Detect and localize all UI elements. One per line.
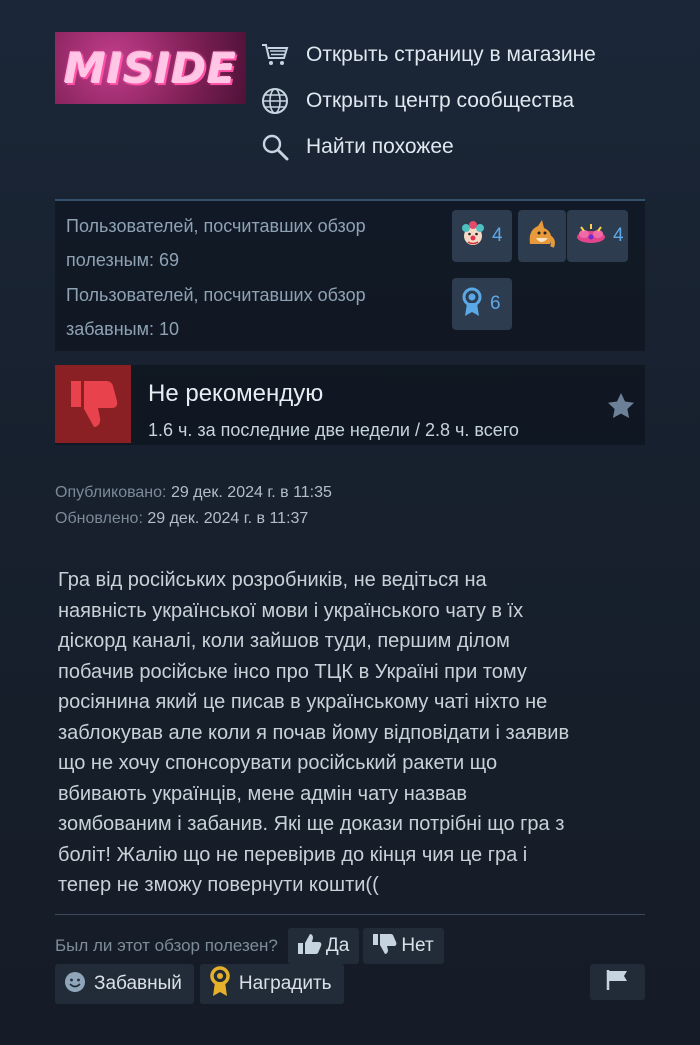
thumbs-down-badge bbox=[55, 365, 131, 443]
playtime-text: 1.6 ч. за последние две недели / 2.8 ч. … bbox=[148, 420, 519, 440]
clown-award-icon bbox=[458, 219, 488, 254]
review-header: Не рекомендую 1.6 ч. за последние две не… bbox=[55, 365, 645, 445]
game-logo-text: MISIDE bbox=[64, 43, 237, 93]
review-body: Гра від російських розробників, не ведіт… bbox=[58, 565, 648, 901]
quick-links: Открыть страницу в магазине Открыть цент… bbox=[260, 32, 596, 170]
review-actions-row: Забавный Наградить bbox=[55, 964, 350, 1004]
funny-label: Забавный bbox=[94, 973, 182, 994]
funny-count-text: Пользователей, посчитавших обзор забавны… bbox=[66, 285, 366, 339]
open-community-hub-label: Открыть центр сообщества bbox=[306, 89, 575, 112]
flag-icon bbox=[605, 969, 631, 996]
vote-no-label: Нет bbox=[401, 935, 434, 956]
review-dates: Опубликовано: 29 дек. 2024 г. в 11:35 Об… bbox=[55, 480, 332, 532]
fox-award-icon bbox=[524, 218, 558, 255]
thumbs-down-small-icon bbox=[371, 932, 397, 961]
published-label: Опубликовано: bbox=[55, 484, 167, 501]
search-icon bbox=[260, 132, 290, 162]
funny-button[interactable]: Забавный bbox=[55, 964, 194, 1004]
review-line: побачив російське інсо про ТЦК в Україні… bbox=[58, 660, 527, 683]
award-ribbon-icon bbox=[208, 965, 232, 1003]
find-similar-label: Найти похожее bbox=[306, 135, 454, 158]
published-date-row: Опубликовано: 29 дек. 2024 г. в 11:35 bbox=[55, 480, 332, 506]
globe-icon bbox=[260, 86, 290, 116]
review-line: Гра від російських розробників, не ведіт… bbox=[58, 569, 487, 591]
award-ribbon-count: 6 bbox=[490, 293, 501, 314]
award-label: Наградить bbox=[238, 973, 332, 994]
cart-icon bbox=[260, 40, 290, 70]
review-stats-panel: Пользователей, посчитавших обзор полезны… bbox=[55, 199, 645, 351]
helpful-vote-row: Был ли этот обзор полезен? Да Нет bbox=[55, 928, 444, 964]
find-similar-link[interactable]: Найти похожее bbox=[260, 124, 596, 170]
vote-yes-button[interactable]: Да bbox=[287, 928, 360, 964]
helpful-question: Был ли этот обзор полезен? bbox=[55, 936, 278, 955]
thumbs-up-icon bbox=[296, 932, 322, 961]
smiley-icon bbox=[63, 970, 87, 999]
recommendation-verdict: Не рекомендую bbox=[148, 380, 324, 407]
published-date: 29 дек. 2024 г. в 11:35 bbox=[170, 484, 332, 501]
open-store-page-label: Открыть страницу в магазине bbox=[306, 43, 596, 66]
updated-date-row: Обновлено: 29 дек. 2024 г. в 11:37 bbox=[55, 506, 332, 532]
review-line: росіянина який це писав в українському ч… bbox=[58, 691, 548, 713]
review-line: боліт! Жалію що не перевірив до кінця чи… bbox=[58, 843, 528, 866]
award-party-count: 4 bbox=[613, 225, 624, 246]
award-ribbon[interactable]: 6 bbox=[452, 278, 512, 330]
award-clown-count: 4 bbox=[492, 225, 503, 246]
updated-date: 29 дек. 2024 г. в 11:37 bbox=[147, 510, 309, 527]
thumbs-down-icon bbox=[65, 375, 121, 434]
review-line: що не хочу спонсорувати російський ракет… bbox=[58, 752, 498, 774]
vote-yes-label: Да bbox=[325, 935, 350, 956]
open-community-hub-link[interactable]: Открыть центр сообщества bbox=[260, 78, 596, 124]
open-store-page-link[interactable]: Открыть страницу в магазине bbox=[260, 32, 596, 78]
star-icon[interactable] bbox=[607, 392, 635, 423]
party-award-icon bbox=[573, 221, 609, 252]
award-clown[interactable]: 4 bbox=[452, 210, 512, 262]
review-line: зомбованим і забанив. Які ще докази потр… bbox=[58, 813, 565, 835]
vote-no-button[interactable]: Нет bbox=[363, 928, 444, 964]
helpful-count-text: Пользователей, посчитавших обзор полезны… bbox=[66, 216, 366, 270]
review-line: наявність української мови і українськог… bbox=[58, 599, 524, 622]
review-line: вбивають українців, мене адмін чату назв… bbox=[58, 782, 467, 805]
review-line: діскорд каналі, коли зайшов туди, першим… bbox=[58, 630, 510, 652]
report-button[interactable] bbox=[590, 964, 645, 1000]
award-party[interactable]: 4 bbox=[567, 210, 628, 262]
award-fox[interactable] bbox=[518, 210, 566, 262]
review-line: тепер не зможу повернути кошти(( bbox=[58, 874, 379, 896]
review-line: заблокував але коли я почав йому відпові… bbox=[58, 721, 570, 744]
ribbon-award-icon bbox=[458, 286, 486, 323]
header-section: MISIDE Открыть страницу в магазине Откры… bbox=[55, 32, 645, 182]
award-button[interactable]: Наградить bbox=[199, 964, 344, 1004]
divider bbox=[55, 914, 645, 915]
updated-label: Обновлено: bbox=[55, 510, 143, 527]
game-logo[interactable]: MISIDE bbox=[55, 32, 246, 104]
